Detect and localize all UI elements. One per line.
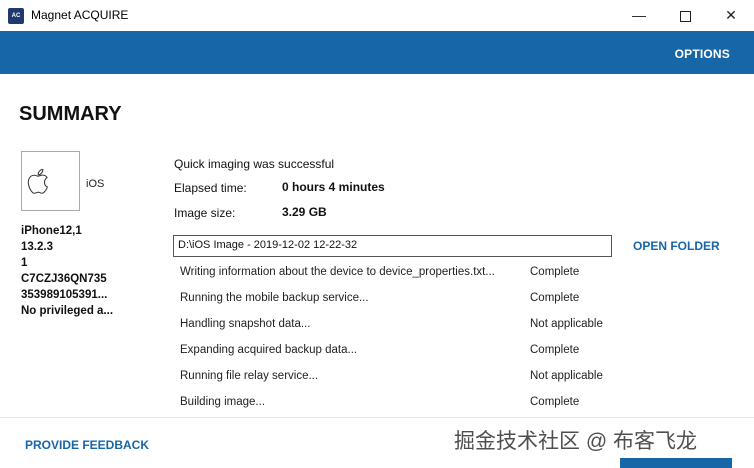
page-title: SUMMARY <box>19 103 122 125</box>
close-button[interactable]: ✕ <box>708 0 754 31</box>
task-row: Handling snapshot data... Not applicable <box>180 318 620 336</box>
image-path-text: D:\iOS Image - 2019-12-02 12-22-32 <box>178 239 358 251</box>
task-description: Running file relay service... <box>180 370 319 382</box>
task-row: Writing information about the device to … <box>180 266 620 284</box>
task-description: Writing information about the device to … <box>180 266 495 278</box>
minimize-button[interactable]: — <box>616 0 662 31</box>
task-status: Complete <box>530 266 580 278</box>
task-row: Running the mobile backup service... Com… <box>180 292 620 310</box>
elapsed-time-label: Elapsed time: <box>174 181 247 195</box>
device-imei: 353989105391... <box>21 289 108 301</box>
task-description: Expanding acquired backup data... <box>180 344 358 356</box>
top-bar: OPTIONS <box>0 31 754 74</box>
task-description: Running the mobile backup service... <box>180 292 369 304</box>
device-serial: C7CZJ36QN735 <box>21 273 107 285</box>
image-size-label: Image size: <box>174 206 236 220</box>
watermark: 掘金技术社区 @ 布客飞龙 <box>454 430 697 453</box>
device-privilege-status: No privileged a... <box>21 305 114 317</box>
image-size-value: 3.29 GB <box>282 205 327 219</box>
provide-feedback-link[interactable]: PROVIDE FEEDBACK <box>25 438 149 452</box>
title-bar: AC Magnet ACQUIRE — ✕ <box>0 0 754 31</box>
window-title: Magnet ACQUIRE <box>31 8 129 22</box>
image-path-field[interactable]: D:\iOS Image - 2019-12-02 12-22-32 <box>173 235 612 257</box>
task-status: Complete <box>530 344 580 356</box>
task-status: Not applicable <box>530 370 603 382</box>
task-row: Expanding acquired backup data... Comple… <box>180 344 620 362</box>
open-folder-button[interactable]: OPEN FOLDER <box>633 239 720 253</box>
elapsed-time-value: 0 hours 4 minutes <box>282 180 385 194</box>
task-row: Running file relay service... Not applic… <box>180 370 620 388</box>
status-message: Quick imaging was successful <box>174 157 335 171</box>
task-description: Building image... <box>180 396 266 408</box>
footer-divider <box>0 417 754 418</box>
device-field-3: 1 <box>21 257 28 269</box>
task-status: Complete <box>530 292 580 304</box>
device-os-version: 13.2.3 <box>21 241 53 253</box>
device-model: iPhone12,1 <box>21 225 82 237</box>
maximize-icon <box>679 10 691 22</box>
task-status: Complete <box>530 396 580 408</box>
task-description: Handling snapshot data... <box>180 318 311 330</box>
finish-button[interactable] <box>620 458 732 468</box>
task-row: Building image... Complete <box>180 396 620 414</box>
maximize-button[interactable] <box>662 0 708 31</box>
apple-icon <box>27 168 48 194</box>
magnet-acquire-app-icon: AC <box>8 8 24 24</box>
options-button[interactable]: OPTIONS <box>675 47 730 61</box>
task-status: Not applicable <box>530 318 603 330</box>
os-label: iOS <box>86 178 105 190</box>
